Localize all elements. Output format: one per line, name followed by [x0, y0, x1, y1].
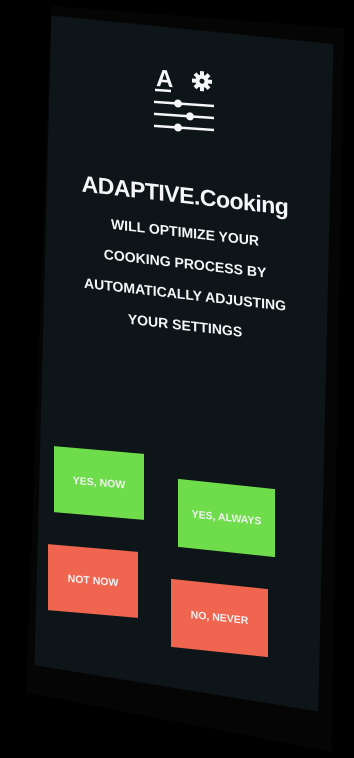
not-now-button[interactable]: NOT NOW	[48, 544, 138, 618]
gear-icon	[192, 71, 212, 92]
dialog-content: ADAPTIVE.Cooking WILL OPTIMIZE YOUR COOK…	[60, 168, 310, 355]
adaptive-settings-icon: A	[152, 60, 218, 145]
no-never-button[interactable]: NO, NEVER	[171, 578, 268, 658]
yes-always-button[interactable]: YES, ALWAYS	[178, 478, 275, 558]
sliders-icon	[154, 100, 214, 132]
yes-now-button[interactable]: YES, NOW	[54, 446, 144, 520]
